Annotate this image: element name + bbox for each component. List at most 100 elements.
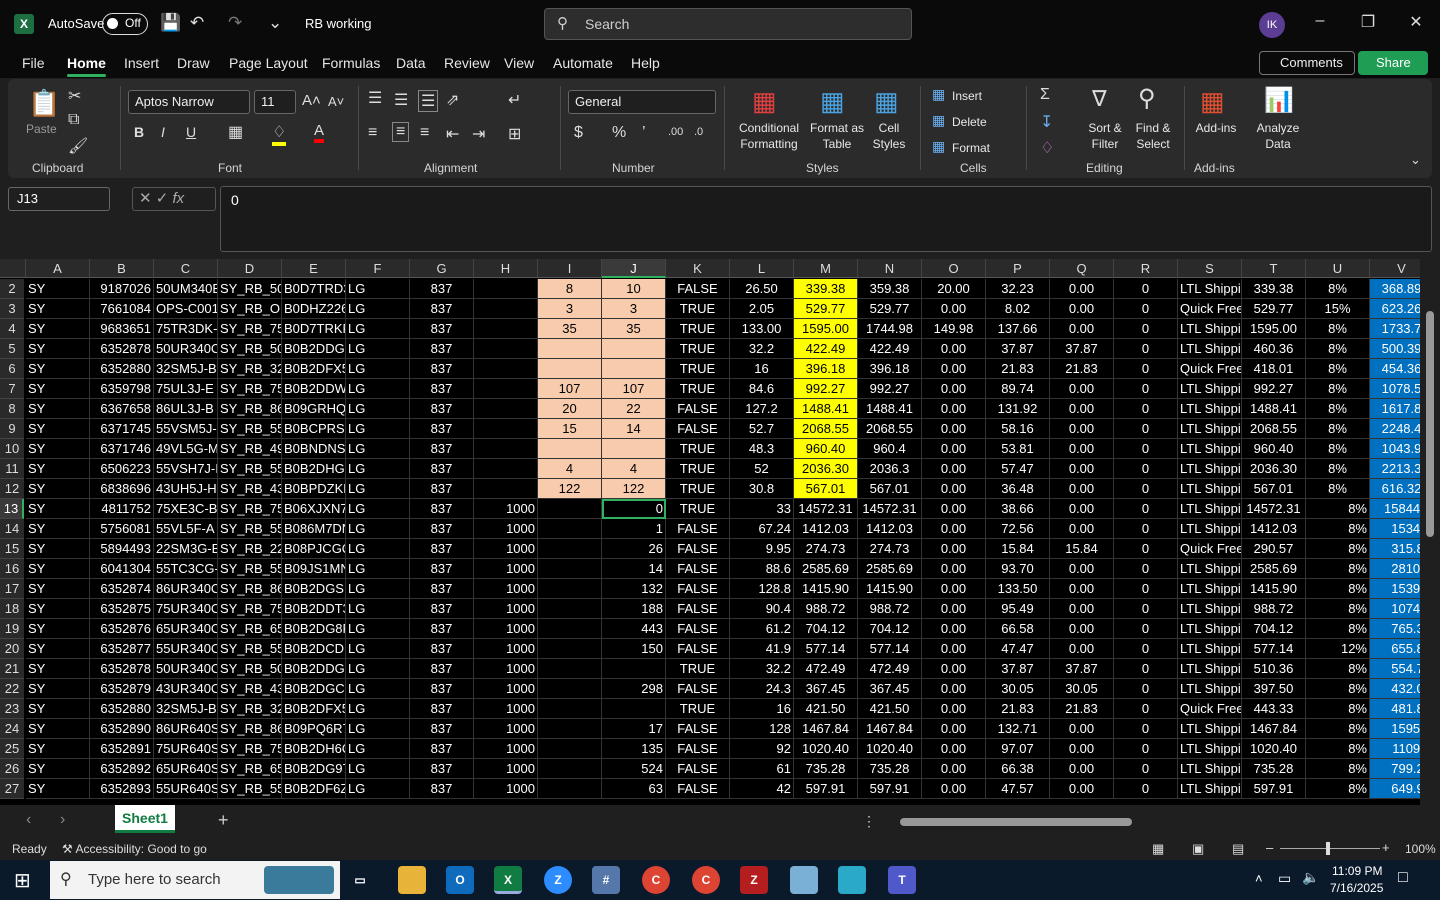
cell-c14[interactable]: 55VL5F-A xyxy=(154,519,218,539)
cell-r2[interactable]: 0 xyxy=(1114,279,1178,299)
cell-l22[interactable]: 24.3 xyxy=(730,679,794,699)
share-button[interactable]: Share xyxy=(1358,51,1428,75)
vertical-scroll-thumb[interactable] xyxy=(1426,311,1434,537)
cell-c27[interactable]: 55UR640S xyxy=(154,779,218,799)
cell-k27[interactable]: FALSE xyxy=(666,779,730,799)
news-widget-icon[interactable] xyxy=(264,866,334,894)
fx-icon[interactable]: fx xyxy=(172,190,184,207)
cell-e6[interactable]: B0B2DFX5 xyxy=(282,359,346,379)
cell-g23[interactable]: 837 xyxy=(410,699,474,719)
decrease-font-icon[interactable]: A˅ xyxy=(328,94,344,109)
cell-c8[interactable]: 86UL3J-B xyxy=(154,399,218,419)
cell-n27[interactable]: 597.91 xyxy=(858,779,922,799)
cell-g13[interactable]: 837 xyxy=(410,499,474,519)
number-format-combo[interactable]: General xyxy=(568,90,716,114)
cell-a8[interactable]: SY xyxy=(26,399,90,419)
cell-i14[interactable] xyxy=(538,519,602,539)
cell-m16[interactable]: 2585.69 xyxy=(794,559,858,579)
column-header-e[interactable]: E xyxy=(282,259,346,278)
autosave-toggle[interactable]: Off xyxy=(102,13,148,35)
cell-e9[interactable]: B0BCPRSC xyxy=(282,419,346,439)
cell-m20[interactable]: 577.14 xyxy=(794,639,858,659)
cell-d15[interactable]: SY_RB_22S xyxy=(218,539,282,559)
cell-p15[interactable]: 15.84 xyxy=(986,539,1050,559)
cell-j16[interactable]: 14 xyxy=(602,559,666,579)
cell-f18[interactable]: LG xyxy=(346,599,410,619)
cell-s3[interactable]: Quick Free xyxy=(1178,299,1242,319)
cell-g26[interactable]: 837 xyxy=(410,759,474,779)
cell-o20[interactable]: 0.00 xyxy=(922,639,986,659)
cell-v6[interactable]: 454.36 xyxy=(1370,359,1420,379)
cell-h23[interactable]: 1000 xyxy=(474,699,538,719)
cell-c5[interactable]: 50UR340C xyxy=(154,339,218,359)
cell-t8[interactable]: 1488.41 xyxy=(1242,399,1306,419)
cell-i17[interactable] xyxy=(538,579,602,599)
decrease-indent-icon[interactable]: ⇤ xyxy=(446,124,459,144)
cell-p7[interactable]: 89.74 xyxy=(986,379,1050,399)
cell-t24[interactable]: 1467.84 xyxy=(1242,719,1306,739)
zoom-slider-thumb[interactable] xyxy=(1326,842,1330,855)
cell-m5[interactable]: 422.49 xyxy=(794,339,858,359)
cell-f23[interactable]: LG xyxy=(346,699,410,719)
cell-u20[interactable]: 12% xyxy=(1306,639,1370,659)
cell-styles-button[interactable]: Cell Styles xyxy=(866,120,912,152)
cell-o16[interactable]: 0.00 xyxy=(922,559,986,579)
vpn-app-icon[interactable] xyxy=(838,866,866,894)
cell-q24[interactable]: 0.00 xyxy=(1050,719,1114,739)
cell-e21[interactable]: B0B2DDGT xyxy=(282,659,346,679)
cell-a18[interactable]: SY xyxy=(26,599,90,619)
cell-o12[interactable]: 0.00 xyxy=(922,479,986,499)
cell-l8[interactable]: 127.2 xyxy=(730,399,794,419)
cell-v24[interactable]: 1595.4 xyxy=(1370,719,1420,739)
cell-f10[interactable]: LG xyxy=(346,439,410,459)
cell-s12[interactable]: LTL Shippi xyxy=(1178,479,1242,499)
cell-b11[interactable]: 6506223 xyxy=(90,459,154,479)
cell-b8[interactable]: 6367658 xyxy=(90,399,154,419)
cell-e11[interactable]: B0B2DHGI xyxy=(282,459,346,479)
cell-f8[interactable]: LG xyxy=(346,399,410,419)
cell-q6[interactable]: 21.83 xyxy=(1050,359,1114,379)
cell-r3[interactable]: 0 xyxy=(1114,299,1178,319)
cell-h3[interactable] xyxy=(474,299,538,319)
row-header-3[interactable]: 3 xyxy=(0,299,24,319)
cell-d8[interactable]: SY_RB_86U xyxy=(218,399,282,419)
cell-q14[interactable]: 0.00 xyxy=(1050,519,1114,539)
cell-f12[interactable]: LG xyxy=(346,479,410,499)
addins-icon[interactable]: ▦ xyxy=(1200,86,1225,117)
cell-j23[interactable] xyxy=(602,699,666,719)
autosum-icon[interactable]: Σ xyxy=(1040,86,1050,104)
cell-m6[interactable]: 396.18 xyxy=(794,359,858,379)
cell-c4[interactable]: 75TR3DK-I xyxy=(154,319,218,339)
cell-p23[interactable]: 21.83 xyxy=(986,699,1050,719)
cell-b27[interactable]: 6352893 xyxy=(90,779,154,799)
cell-n9[interactable]: 2068.55 xyxy=(858,419,922,439)
cell-m24[interactable]: 1467.84 xyxy=(794,719,858,739)
cell-d21[interactable]: SY_RB_50U xyxy=(218,659,282,679)
cell-o6[interactable]: 0.00 xyxy=(922,359,986,379)
cell-u25[interactable]: 8% xyxy=(1306,739,1370,759)
cell-d19[interactable]: SY_RB_65U xyxy=(218,619,282,639)
column-header-t[interactable]: T xyxy=(1242,259,1306,278)
cell-l6[interactable]: 16 xyxy=(730,359,794,379)
formula-input[interactable]: 0 xyxy=(220,186,1432,252)
cell-k21[interactable]: TRUE xyxy=(666,659,730,679)
cell-p12[interactable]: 36.48 xyxy=(986,479,1050,499)
cell-e23[interactable]: B0B2DFX5 xyxy=(282,699,346,719)
cell-i4[interactable]: 35 xyxy=(538,319,602,339)
cell-u5[interactable]: 8% xyxy=(1306,339,1370,359)
cell-c20[interactable]: 55UR340C xyxy=(154,639,218,659)
cell-v17[interactable]: 1539.0 xyxy=(1370,579,1420,599)
cell-s13[interactable]: LTL Shippi xyxy=(1178,499,1242,519)
cell-n22[interactable]: 367.45 xyxy=(858,679,922,699)
cell-j15[interactable]: 26 xyxy=(602,539,666,559)
zoom-slider[interactable] xyxy=(1280,848,1380,849)
cell-n24[interactable]: 1467.84 xyxy=(858,719,922,739)
cell-b21[interactable]: 6352878 xyxy=(90,659,154,679)
row-header-22[interactable]: 22 xyxy=(0,679,24,699)
cell-c23[interactable]: 32SM5J-B xyxy=(154,699,218,719)
cell-r6[interactable]: 0 xyxy=(1114,359,1178,379)
cell-j20[interactable]: 150 xyxy=(602,639,666,659)
cell-p22[interactable]: 30.05 xyxy=(986,679,1050,699)
cell-q22[interactable]: 30.05 xyxy=(1050,679,1114,699)
column-header-v[interactable]: V xyxy=(1370,259,1420,278)
